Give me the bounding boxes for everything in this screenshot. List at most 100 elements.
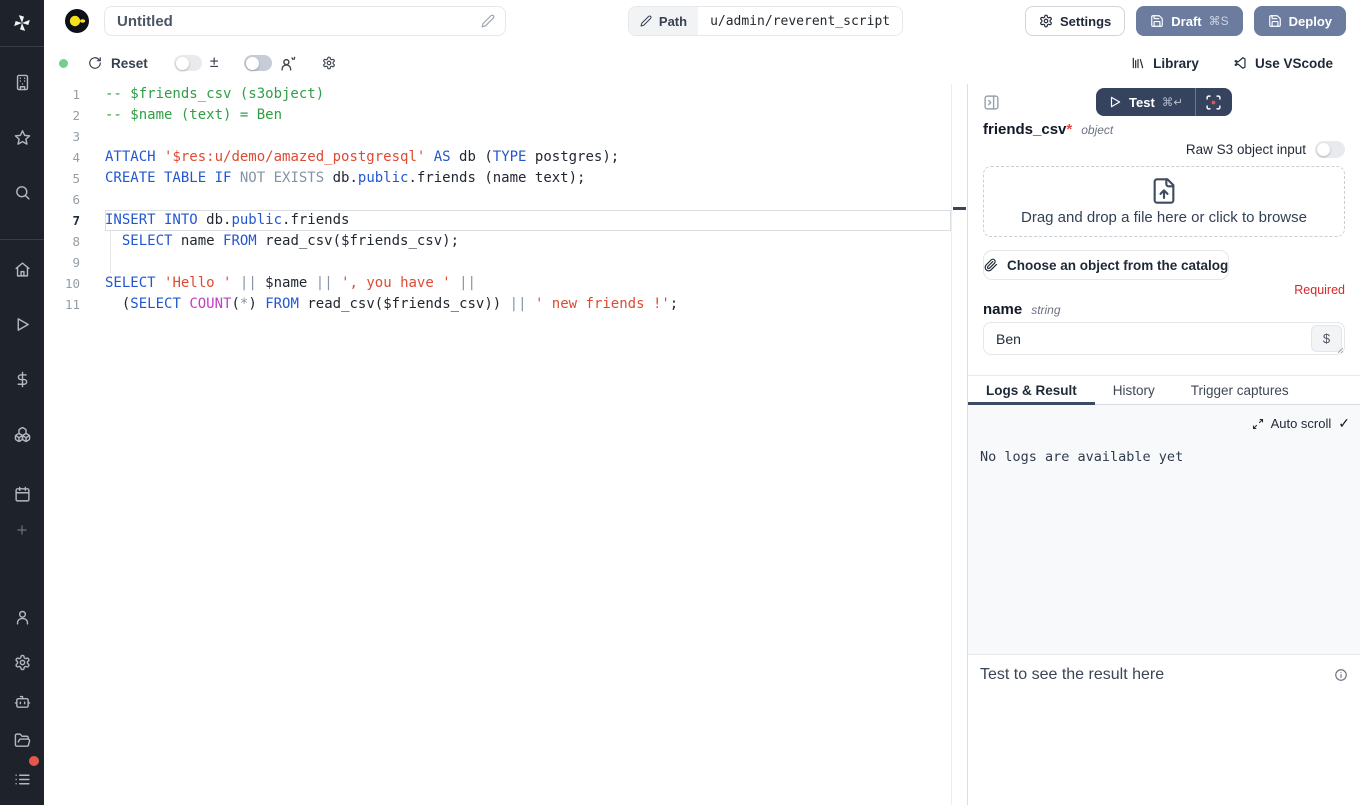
code-line[interactable]: 4ATTACH '$res:u/demo/amazed_postgresql' … — [44, 147, 951, 168]
building-icon — [14, 74, 31, 91]
test-button-group: Test ⌘↵ — [1096, 88, 1232, 116]
multiplayer-toggle[interactable] — [244, 55, 272, 71]
sidebar-item-variables[interactable] — [0, 361, 44, 397]
capture-test-button[interactable] — [1196, 88, 1232, 116]
gear-icon — [1039, 14, 1053, 28]
file-dropzone[interactable]: Drag and drop a file here or click to br… — [983, 166, 1345, 237]
plus-minus-icon[interactable]: ± — [210, 55, 219, 71]
edit-title-pencil-icon[interactable] — [481, 14, 495, 28]
choose-object-button[interactable]: Choose an object from the catalog — [983, 250, 1229, 280]
sidebar-divider — [0, 46, 44, 47]
users-icon[interactable] — [280, 55, 297, 72]
code-editor[interactable]: 1-- $friends_csv (s3object)2-- $name (te… — [44, 84, 951, 805]
sidebar-item-account[interactable] — [0, 605, 44, 641]
required-asterisk: * — [1066, 121, 1072, 138]
code-line[interactable]: 2-- $name (text) = Ben — [44, 105, 951, 126]
test-shortcut: ⌘↵ — [1162, 95, 1183, 109]
path-value[interactable]: u/admin/reverent_script — [698, 7, 902, 35]
autoscroll-label: Auto scroll — [1271, 416, 1332, 431]
refresh-icon — [88, 56, 102, 70]
sidebar-item-changelog[interactable] — [0, 761, 44, 797]
deploy-label: Deploy — [1289, 14, 1332, 29]
boxes-icon — [14, 426, 31, 443]
code-lines[interactable]: 1-- $friends_csv (s3object)2-- $name (te… — [44, 84, 951, 315]
diff-toggle[interactable] — [174, 55, 202, 71]
draft-button[interactable]: Draft ⌘S — [1136, 6, 1242, 36]
code-line[interactable]: 1-- $friends_csv (s3object) — [44, 84, 951, 105]
sidebar-item-favorites[interactable] — [0, 119, 44, 155]
sidebar-item-workspace[interactable] — [0, 64, 44, 100]
path-editor[interactable]: Path u/admin/reverent_script — [628, 6, 903, 36]
sidebar-item-runs[interactable] — [0, 306, 44, 342]
arg-name: friends_csv — [983, 121, 1066, 138]
top-bar: Untitled Path u/admin/reverent_script Se… — [44, 0, 1360, 42]
file-upload-icon — [1150, 177, 1178, 205]
code-line[interactable]: 6 — [44, 189, 951, 210]
editor-settings-gear-icon[interactable] — [322, 56, 336, 70]
code-line[interactable]: 8 SELECT name FROM read_csv($friends_csv… — [44, 231, 951, 252]
test-button[interactable]: Test ⌘↵ — [1096, 88, 1195, 116]
draft-shortcut: ⌘S — [1209, 14, 1229, 28]
expand-icon[interactable] — [1252, 418, 1264, 430]
plus-icon — [15, 523, 29, 537]
draft-label: Draft — [1171, 14, 1201, 29]
notification-dot — [29, 756, 39, 766]
tab-history[interactable]: History — [1095, 376, 1173, 404]
user-icon — [14, 609, 31, 626]
vscode-label: Use VScode — [1255, 56, 1333, 71]
sidebar-item-home[interactable] — [0, 251, 44, 287]
dropzone-text: Drag and drop a file here or click to br… — [1021, 209, 1307, 226]
use-vscode-button[interactable]: Use VScode — [1233, 56, 1333, 71]
sidebar-item-resources[interactable] — [0, 416, 44, 452]
gear-icon — [14, 654, 31, 671]
editor-toolbar: Reset ± Library Use VScode — [44, 42, 1360, 84]
paperclip-icon — [984, 258, 998, 272]
tab-logs-result[interactable]: Logs & Result — [968, 376, 1095, 404]
resize-handle-icon[interactable] — [1332, 342, 1344, 354]
info-icon[interactable] — [1334, 668, 1348, 682]
check-icon[interactable]: ✓ — [1338, 415, 1350, 432]
code-line[interactable]: 9 — [44, 252, 951, 273]
path-button[interactable]: Path — [629, 7, 698, 35]
name-value-input[interactable] — [983, 322, 1345, 355]
windmill-logo-icon[interactable] — [0, 0, 44, 46]
code-line[interactable]: 5CREATE TABLE IF NOT EXISTS db.public.fr… — [44, 168, 951, 189]
code-line[interactable]: 11 (SELECT COUNT(*) FROM read_csv($frien… — [44, 294, 951, 315]
library-button[interactable]: Library — [1131, 56, 1199, 71]
raw-s3-toggle[interactable] — [1315, 141, 1345, 158]
scrollbar-cursor-mark — [953, 207, 966, 210]
app-window: Untitled Path u/admin/reverent_script Se… — [0, 0, 1360, 805]
tab-trigger-captures[interactable]: Trigger captures — [1173, 376, 1307, 404]
code-line[interactable]: 7INSERT INTO db.public.friends — [44, 210, 951, 231]
code-line[interactable]: 3 — [44, 126, 951, 147]
arg-type: string — [1031, 303, 1060, 317]
dollar-icon — [14, 371, 31, 388]
sidebar-item-add[interactable] — [0, 512, 44, 548]
left-sidebar — [0, 0, 44, 805]
folder-open-icon — [14, 732, 31, 749]
sidebar-item-schedules[interactable] — [0, 476, 44, 512]
deploy-button[interactable]: Deploy — [1254, 6, 1346, 36]
arg-friends-csv-header: friends_csv* object — [983, 121, 1345, 138]
script-title-input[interactable]: Untitled — [104, 6, 506, 36]
sidebar-item-settings[interactable] — [0, 644, 44, 680]
scan-target-icon — [1205, 94, 1222, 111]
library-icon — [1131, 56, 1145, 70]
play-icon — [1108, 95, 1122, 109]
editor-scrollbar[interactable] — [951, 84, 967, 805]
result-tabs: Logs & Result History Trigger captures — [968, 375, 1360, 405]
save-icon — [1268, 14, 1282, 28]
reset-button[interactable]: Reset — [88, 56, 148, 71]
search-icon — [14, 184, 31, 201]
sidebar-item-search[interactable] — [0, 174, 44, 210]
play-icon — [14, 316, 31, 333]
arg-name: name — [983, 301, 1022, 318]
logs-panel: Auto scroll ✓ No logs are available yet — [968, 405, 1360, 654]
robot-icon — [14, 693, 31, 710]
settings-button[interactable]: Settings — [1025, 6, 1125, 36]
collapse-panel-icon[interactable] — [983, 94, 1000, 111]
sidebar-item-folders[interactable] — [0, 722, 44, 758]
autoscroll-control[interactable]: Auto scroll ✓ — [978, 415, 1350, 432]
code-line[interactable]: 10SELECT 'Hello ' || $name || ', you hav… — [44, 273, 951, 294]
sidebar-item-assistant[interactable] — [0, 683, 44, 719]
